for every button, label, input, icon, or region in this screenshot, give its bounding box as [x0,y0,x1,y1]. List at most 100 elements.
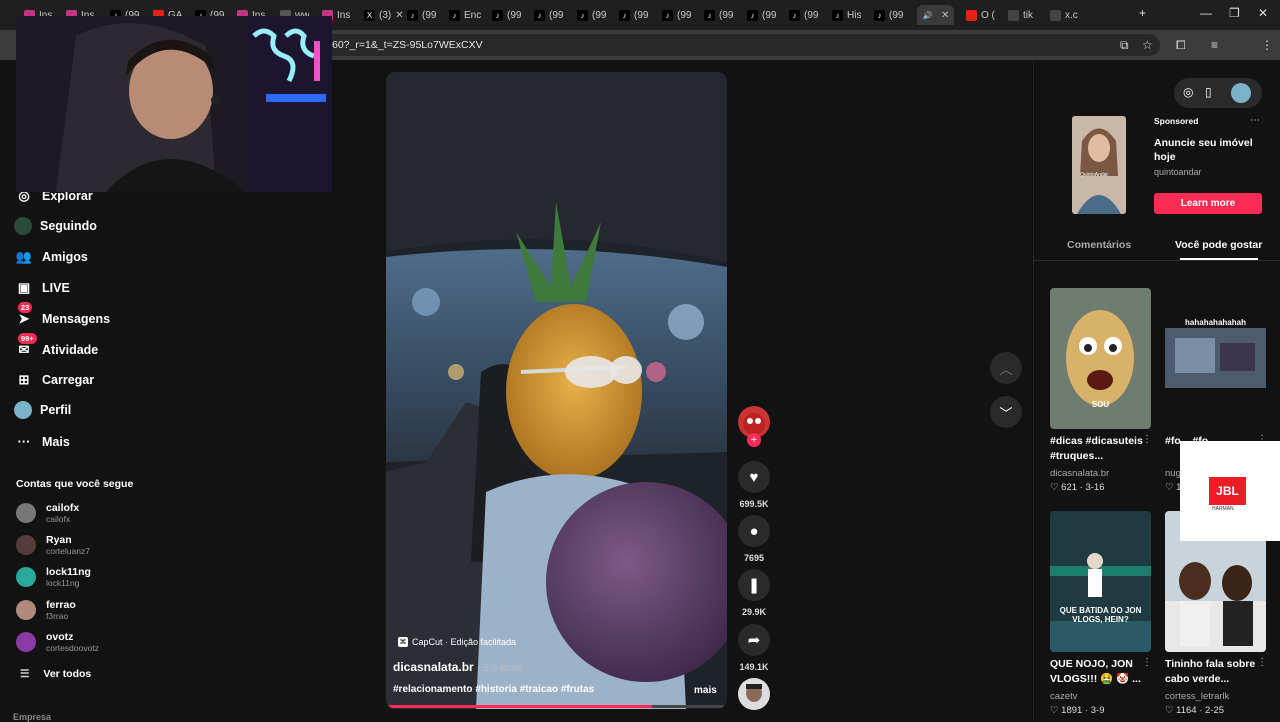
followed-account[interactable]: Ryan corteluanz7 [16,534,90,556]
previous-video-button[interactable]: ︿ [990,352,1022,384]
browser-tab[interactable]: ♪ (99 [662,5,691,25]
suggestion-author[interactable]: dicasnalata.br [1050,468,1109,479]
followed-account[interactable]: ovotz cortesdoovotz [16,631,99,653]
address-bar[interactable]: 60?_r=1&_t=ZS-95Lo7WExCXV [300,34,1160,56]
capcut-label: CapCut · Edição facilitada [412,637,517,647]
compass-icon[interactable]: ◎ [1183,85,1193,99]
followed-account[interactable]: cailofx cailofx [16,502,79,524]
tiktok-icon: ♪ [747,9,758,21]
suggestion-title[interactable]: Tininho fala sobre cabo verde... [1165,657,1265,687]
suggestion-more-icon[interactable]: ⋮ [1142,434,1152,445]
ad-thumbnail[interactable]: QuintoAndar [1072,116,1126,214]
sidebar-item-carregar[interactable]: ⊞ Carregar [14,370,95,390]
sidebar-item-live[interactable]: ▣ LIVE [14,278,70,298]
account-handle: cailofx [46,514,71,524]
following-avatar-icon [14,216,32,235]
video-progress-track[interactable] [386,705,727,708]
jbl-logo: JBL [1209,477,1246,505]
bookmark-star-icon[interactable]: ☆ [1142,38,1153,52]
browser-tab[interactable]: ♪ (99 [577,5,606,25]
browser-tab[interactable]: O ( [966,5,995,25]
browser-tab[interactable]: ♪ (99 [874,5,903,25]
save-button[interactable]: ❚ [738,569,770,601]
sidebar-item-label: Mensagens [42,311,111,326]
suggestion-thumbnail[interactable]: SOU [1050,288,1151,429]
url-text[interactable]: 60?_r=1&_t=ZS-95Lo7WExCXV [332,39,483,51]
suggestion-thumbnail[interactable]: QUE BATIDA DO JON VLOGS, HEIN? [1050,511,1151,652]
browser-tab[interactable]: ♪ (99 [704,5,733,25]
tab-you-may-like[interactable]: Você pode gostar [1175,239,1262,251]
minimize-button[interactable]: — [1200,6,1212,20]
ad-title[interactable]: Anuncie seu imóvel hoje [1154,136,1254,164]
browser-tab[interactable]: ♪ (99 [407,5,436,25]
close-window-button[interactable]: ✕ [1258,6,1268,20]
share-button[interactable]: ➦ [738,624,770,656]
followed-account[interactable]: ferrao f3rrao [16,599,76,621]
browser-tab[interactable]: X (3) ✕ [364,5,404,25]
video-player[interactable]: ⌘ CapCut · Edição facilitada dicasnalata… [386,72,727,709]
browser-tab[interactable]: ♪ (99 [619,5,648,25]
browser-tab[interactable]: ♪ (99 [492,5,521,25]
suggestion-stats: ♡ 1164 · 2-25 [1165,705,1224,716]
follow-plus-button[interactable]: + [747,433,761,447]
ad-brand[interactable]: quintoandar [1154,167,1202,177]
close-tab-icon[interactable]: ✕ [941,10,949,21]
video-author[interactable]: dicasnalata.br [393,660,474,674]
comment-bubble-icon: ● [749,522,759,540]
tiktok-icon: ♪ [534,9,545,21]
suggestion-title[interactable]: QUE NOJO, JON VLOGS!!! 🤮 🤡 ... [1050,657,1150,687]
sidebar-item-mais[interactable]: ··· Mais [14,432,70,452]
tiktok-icon: ♪ [577,9,588,21]
next-video-button[interactable]: ﹀ [990,396,1022,428]
tab-label: (99 [592,9,607,21]
maximize-button[interactable]: ❐ [1229,6,1240,20]
suggestion-more-icon[interactable]: ⋮ [1142,657,1152,668]
friends-icon: 👥 [15,249,33,265]
suggestion-more-icon[interactable]: ⋮ [1257,657,1267,668]
tiktok-icon: ♪ [492,9,503,21]
tab-label: (99 [804,9,819,21]
suggestion-title[interactable]: #dicas #dicasuteis #truques... [1050,434,1150,464]
browser-tab[interactable]: ♪ (99 [747,5,776,25]
account-handle: corteluanz7 [46,546,90,557]
sidebar-item-amigos[interactable]: 👥 Amigos [14,247,88,267]
suggestion-thumbnail[interactable]: hahahahahahah [1165,288,1266,429]
new-tab-button[interactable]: + [1139,6,1146,20]
close-tab-icon[interactable]: ✕ [395,10,403,21]
sidebar-item-seguindo[interactable]: Seguindo [14,216,97,235]
music-disc-avatar[interactable] [738,678,770,710]
capcut-badge[interactable]: ⌘ CapCut · Edição facilitada [398,637,516,647]
suggestion-author[interactable]: cazetv [1050,691,1077,702]
caption-more-link[interactable]: mais [694,685,717,696]
comment-button[interactable]: ● [738,515,770,547]
share-count: 149.1K [739,662,769,672]
suggestion-author[interactable]: cortess_letrarlk [1165,691,1229,702]
video-hashtags[interactable]: #relacionamento #historia #traicao #frut… [393,684,594,695]
upload-icon: ⊞ [18,372,30,388]
learn-more-button[interactable]: Learn more [1154,193,1262,214]
followed-account[interactable]: lock11ng lock11ng [16,566,91,588]
browser-tab[interactable]: ♪ Enc [449,5,481,25]
phone-icon[interactable]: ▯ [1205,85,1212,99]
browser-tab[interactable]: ♪ (99 [534,5,563,25]
extensions-icon[interactable]: ⧠ [1176,38,1186,53]
browser-tab[interactable]: x.c [1050,5,1078,25]
browser-tab[interactable]: ♪ His [832,5,861,25]
like-button[interactable]: ♥ [738,461,770,493]
browser-menu-icon[interactable]: ⋮ [1261,38,1273,52]
browser-tab[interactable]: ♪ (99 [789,5,818,25]
sidebar-item-atividade[interactable]: ✉ 99+ Atividade [14,332,98,360]
sidebar-item-mensagens[interactable]: ➤ 23 Mensagens [14,301,111,329]
media-controls-icon[interactable]: ≡ [1211,38,1218,52]
user-avatar-icon[interactable] [1231,83,1251,103]
footer-company-link[interactable]: Empresa [13,712,51,722]
account-avatar [16,567,36,588]
sidebar-item-perfil[interactable]: Perfil [14,400,71,419]
browser-tab[interactable]: tik [1008,5,1033,25]
tab-comments[interactable]: Comentários [1067,239,1131,251]
install-app-icon[interactable]: ⧉ [1120,38,1129,53]
browser-tab[interactable]: 🔊 ✕ [917,5,955,25]
video-time: · 5 d atrás [477,663,523,674]
see-all-link[interactable]: ☰ Ver todos [20,668,91,680]
ad-more-icon[interactable]: ⋯ [1250,115,1260,126]
